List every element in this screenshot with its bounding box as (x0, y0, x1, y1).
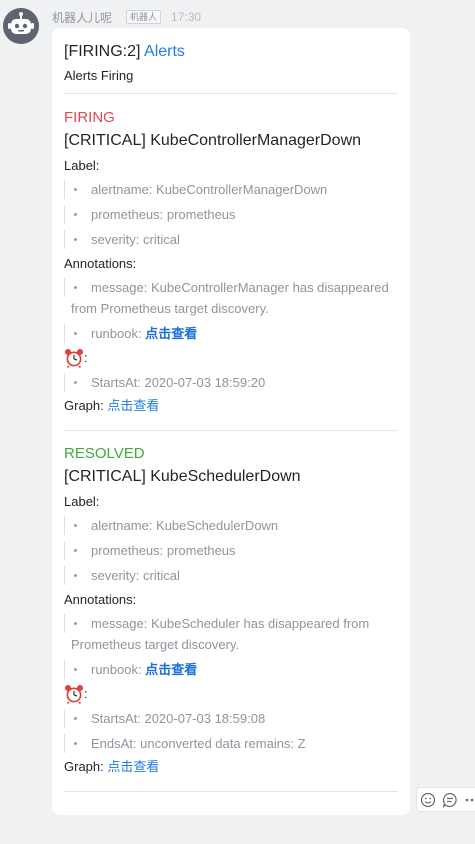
alert-status: FIRING (64, 109, 115, 126)
annotation-message: message: KubeControllerManager has disap… (64, 277, 398, 319)
annotations-heading: Annotations: (64, 256, 137, 271)
alert-resolved: RESOLVED [CRITICAL] KubeSchedulerDown La… (64, 444, 398, 776)
label-item: severity: critical (64, 229, 398, 250)
alarm-clock-icon (65, 349, 83, 368)
alert-firing: FIRING [CRITICAL] KubeControllerManagerD… (64, 108, 398, 415)
graph-link[interactable]: 点击查看 (107, 398, 159, 413)
time-heading: : (64, 348, 398, 368)
sender-name[interactable]: 机器人儿呢 (52, 9, 112, 26)
divider (64, 791, 398, 792)
robot-icon (3, 8, 39, 44)
graph-link[interactable]: 点击查看 (107, 759, 159, 774)
alerts-link[interactable]: Alerts (144, 43, 185, 60)
card-title-prefix: [FIRING:2] (64, 43, 141, 60)
label-item: alertname: KubeSchedulerDown (64, 515, 398, 536)
runbook-label: runbook: (91, 662, 146, 677)
alarm-clock-icon (65, 685, 83, 704)
label-heading: Label: (64, 494, 100, 509)
alert-name: [CRITICAL] KubeControllerManagerDown (64, 132, 362, 149)
alert-status: RESOLVED (64, 445, 145, 462)
label-item: alertname: KubeControllerManagerDown (64, 179, 398, 200)
graph-row: Graph: 点击查看 (64, 758, 398, 776)
reply-icon (442, 792, 457, 808)
divider (64, 430, 398, 431)
runbook-link[interactable]: 点击查看 (145, 662, 197, 677)
runbook-label: runbook: (91, 326, 146, 341)
time-heading-colon: : (84, 350, 88, 365)
label-item: prometheus: prometheus (64, 204, 398, 225)
label-item: severity: critical (64, 565, 398, 586)
alert-name: [CRITICAL] KubeSchedulerDown (64, 468, 301, 485)
annotation-runbook: runbook: 点击查看 (64, 323, 398, 344)
alert-card: [FIRING:2] Alerts Alerts Firing FIRING [… (52, 28, 410, 815)
bot-badge: 机器人 (126, 10, 162, 24)
emoji-button[interactable] (420, 791, 437, 809)
card-subtitle: Alerts Firing (64, 68, 134, 83)
graph-label: Graph: (64, 759, 104, 774)
annotation-runbook: runbook: 点击查看 (64, 659, 398, 680)
annotation-message: message: KubeScheduler has disappeared f… (64, 613, 398, 655)
annotations-heading: Annotations: (64, 592, 137, 607)
bot-avatar[interactable] (3, 8, 39, 44)
card-title: [FIRING:2] Alerts (64, 41, 185, 63)
time-heading-colon: : (84, 686, 88, 701)
starts-at: StartsAt: 2020-07-03 18:59:08 (64, 708, 398, 729)
label-heading: Label: (64, 158, 100, 173)
ends-at: EndsAt: unconverted data remains: Z (64, 733, 398, 754)
more-button[interactable] (463, 791, 475, 809)
graph-row: Graph: 点击查看 (64, 397, 398, 415)
starts-at: StartsAt: 2020-07-03 18:59:20 (64, 372, 398, 393)
runbook-link[interactable]: 点击查看 (145, 326, 197, 341)
message-header: 机器人儿呢 机器人 17:30 (52, 9, 201, 25)
emoji-icon (421, 792, 436, 807)
reply-button[interactable] (442, 791, 459, 809)
graph-label: Graph: (64, 398, 104, 413)
divider (64, 93, 398, 94)
time-heading: : (64, 684, 398, 704)
more-icon (465, 798, 473, 801)
message-actions-bar (416, 787, 475, 812)
message-time: 17:30 (171, 10, 202, 24)
label-item: prometheus: prometheus (64, 540, 398, 561)
